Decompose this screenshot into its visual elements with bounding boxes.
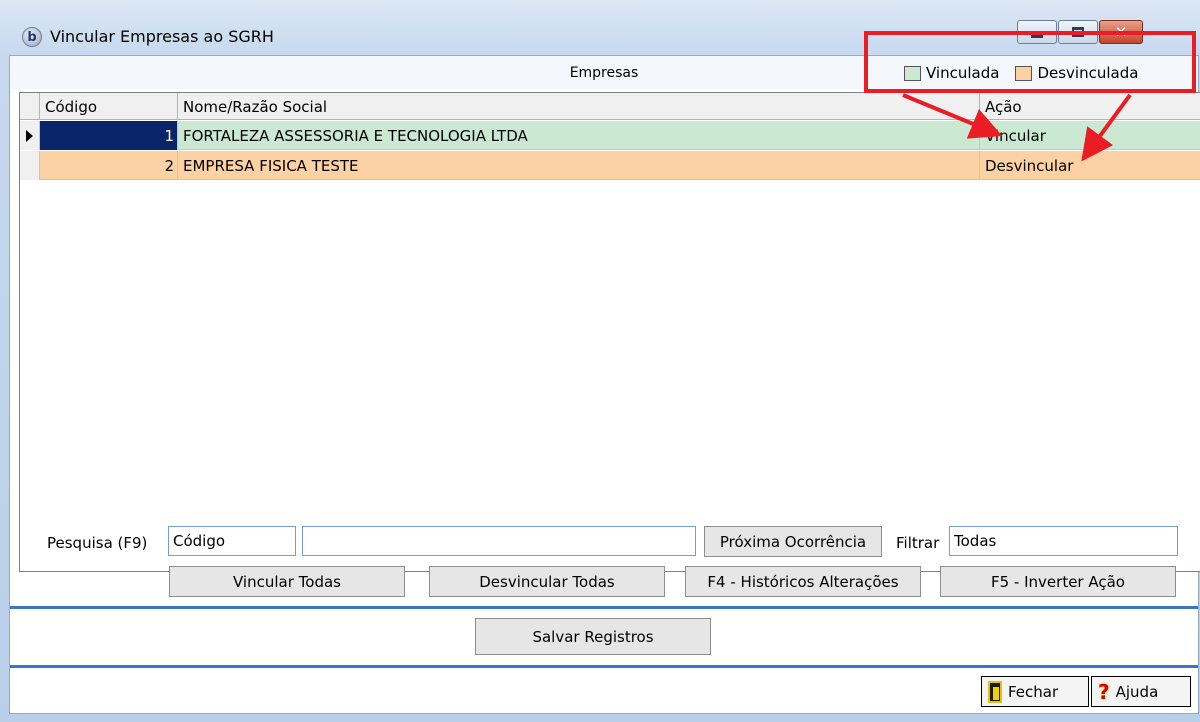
separator [10, 606, 1198, 609]
search-label: Pesquisa (F9) [47, 534, 148, 552]
nome-cell[interactable]: EMPRESA FISICA TESTE [178, 151, 980, 180]
section-title: Empresas [569, 64, 639, 81]
help-icon: ? [1098, 679, 1110, 704]
historicos-button[interactable]: F4 - Históricos Alterações [685, 566, 921, 597]
search-field-select[interactable] [168, 526, 296, 556]
row-indicator [20, 121, 40, 150]
search-input[interactable] [302, 526, 696, 556]
column-header-acao[interactable]: Ação [980, 93, 1200, 120]
close-button[interactable]: ✕ [1099, 20, 1143, 44]
maximize-icon [1072, 27, 1084, 37]
row-indicator [20, 151, 40, 180]
vincular-todas-button[interactable]: Vincular Todas [169, 566, 405, 597]
header-indicator [20, 93, 40, 120]
filter-select[interactable] [949, 526, 1178, 556]
companies-grid[interactable]: Código Nome/Razão Social Ação 1 FORTALEZ… [19, 92, 1200, 572]
acao-cell[interactable]: Desvincular [980, 151, 1200, 180]
legend-item-vinculada: Vinculada [904, 64, 999, 82]
next-occurrence-button[interactable]: Próxima Ocorrência [704, 526, 882, 557]
help-label: Ajuda [1115, 682, 1159, 701]
codigo-cell[interactable]: 1 [40, 121, 178, 150]
legend-label: Desvinculada [1037, 64, 1139, 82]
filter-label: Filtrar [896, 534, 940, 552]
codigo-cell[interactable]: 2 [40, 151, 178, 180]
current-row-icon [26, 129, 33, 142]
close-window-label: Fechar [1008, 682, 1059, 701]
column-header-nome[interactable]: Nome/Razão Social [178, 93, 980, 120]
desvincular-todas-button[interactable]: Desvincular Todas [429, 566, 665, 597]
window: b Vincular Empresas ao SGRH ✕ Empresas V… [0, 0, 1200, 722]
legend-swatch-vinculada [904, 65, 921, 81]
legend-item-desvinculada: Desvinculada [1015, 64, 1138, 82]
close-icon: ✕ [1114, 23, 1128, 41]
exit-door-icon [988, 680, 1002, 703]
app-icon-letter: b [27, 29, 37, 45]
grid-header: Código Nome/Razão Social Ação [20, 93, 1200, 120]
inverter-acao-button[interactable]: F5 - Inverter Ação [940, 566, 1176, 597]
close-window-button[interactable]: Fechar [981, 676, 1089, 707]
minimize-icon [1031, 34, 1043, 38]
acao-cell[interactable]: Vincular [980, 121, 1200, 150]
legend: Vinculada Desvinculada [904, 64, 1138, 82]
client-area: Empresas Vinculada Desvinculada Código N… [9, 55, 1200, 714]
title-bar[interactable]: b Vincular Empresas ao SGRH ✕ [0, 0, 1200, 60]
window-title: Vincular Empresas ao SGRH [50, 27, 274, 46]
legend-label: Vinculada [926, 64, 1000, 82]
help-button[interactable]: ? Ajuda [1091, 676, 1191, 707]
table-row[interactable]: 2 EMPRESA FISICA TESTE Desvincular [20, 151, 1200, 180]
separator [10, 665, 1198, 668]
maximize-button[interactable] [1058, 20, 1098, 44]
legend-swatch-desvinculada [1015, 65, 1033, 81]
minimize-button[interactable] [1017, 20, 1057, 44]
app-icon: b [22, 27, 42, 47]
save-button[interactable]: Salvar Registros [475, 618, 711, 655]
nome-cell[interactable]: FORTALEZA ASSESSORIA E TECNOLOGIA LTDA [178, 121, 980, 150]
table-row[interactable]: 1 FORTALEZA ASSESSORIA E TECNOLOGIA LTDA… [20, 121, 1200, 150]
column-header-codigo[interactable]: Código [40, 93, 178, 120]
